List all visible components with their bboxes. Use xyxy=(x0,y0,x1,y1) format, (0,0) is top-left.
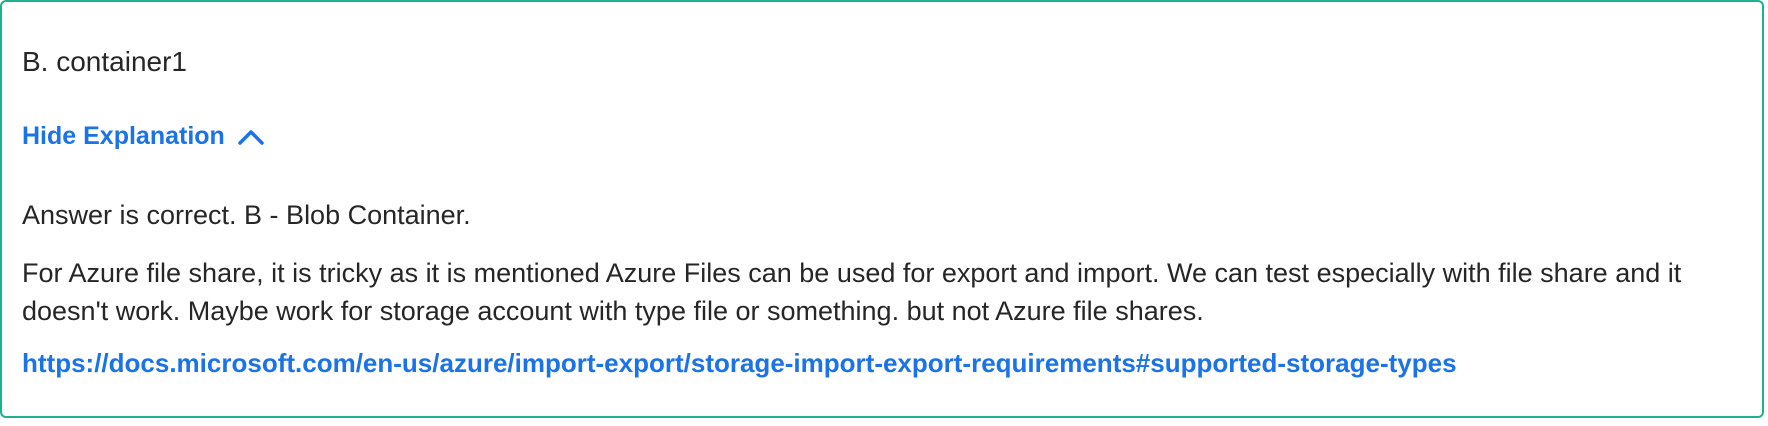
hide-explanation-toggle[interactable]: Hide Explanation xyxy=(22,122,265,151)
explanation-summary: Answer is correct. B - Blob Container. xyxy=(22,200,471,230)
chevron-up-icon xyxy=(237,128,265,146)
explanation-card: B. container1 Hide Explanation Answer is… xyxy=(0,0,1764,418)
explanation-details: For Azure file share, it is tricky as it… xyxy=(22,258,1682,326)
toggle-label: Hide Explanation xyxy=(22,122,225,150)
documentation-link[interactable]: https://docs.microsoft.com/en-us/azure/i… xyxy=(22,348,1457,379)
answer-option: B. container1 xyxy=(22,46,187,77)
